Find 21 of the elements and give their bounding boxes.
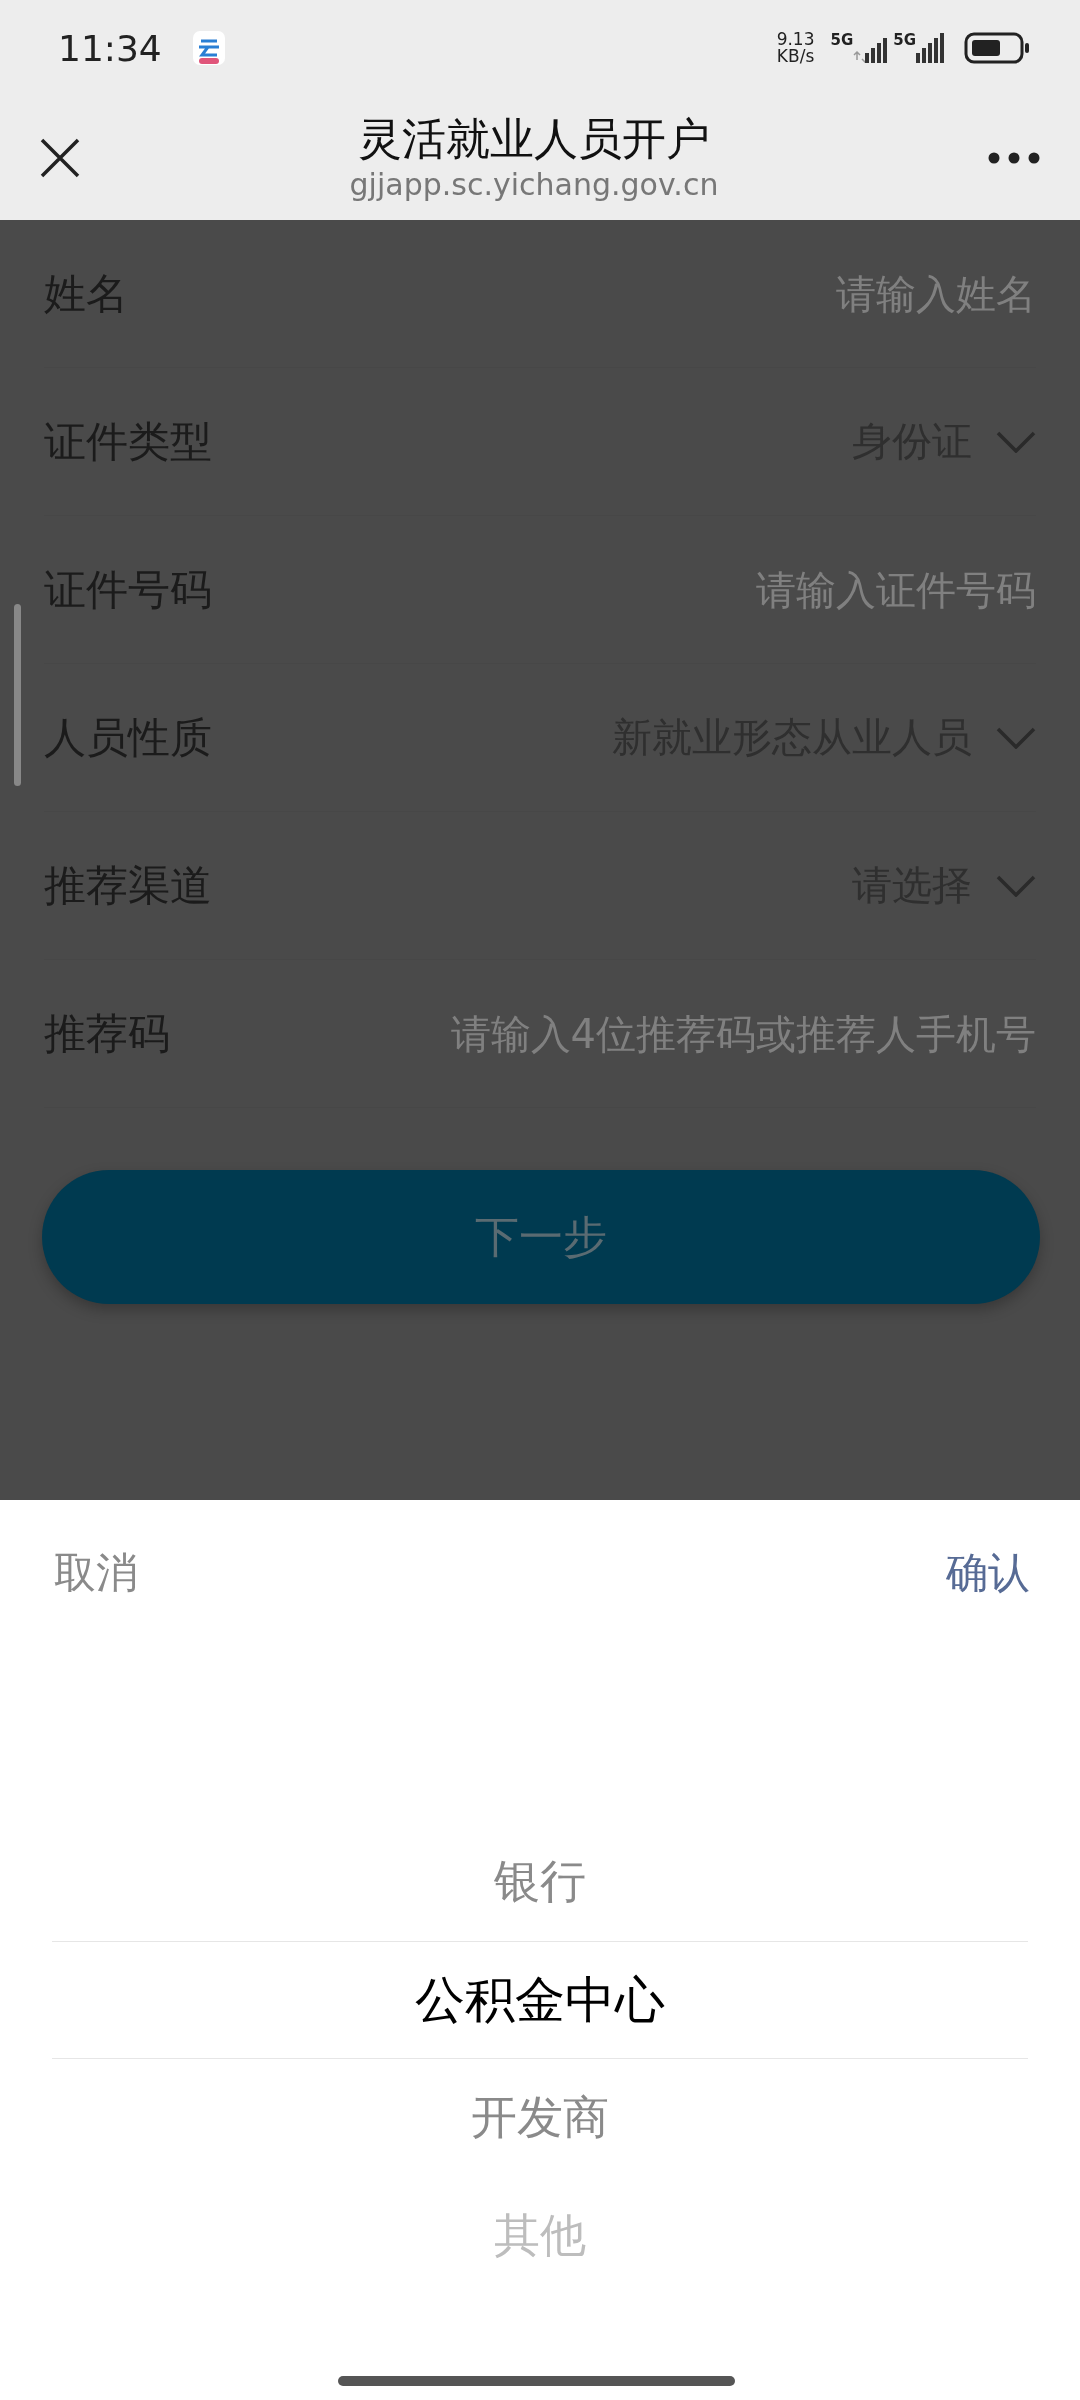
page-url: gjjapp.sc.yichang.gov.cn: [349, 169, 719, 201]
next-step-button[interactable]: 下一步: [42, 1170, 1040, 1304]
clock-time: 11:34: [58, 27, 162, 69]
network-type: 5G: [830, 33, 854, 48]
speed-unit: KB/s: [776, 48, 815, 65]
battery-icon: [964, 32, 1030, 64]
chevron-down-icon: [996, 726, 1036, 749]
confirm-button[interactable]: 确认: [946, 1545, 1030, 1601]
cancel-button[interactable]: 取消: [54, 1545, 138, 1601]
chevron-down-icon: [996, 874, 1036, 897]
chevron-down-icon: [996, 430, 1036, 453]
close-icon: [40, 138, 80, 178]
picker-option[interactable]: 开发商: [471, 2087, 609, 2149]
picker-option[interactable]: 其他: [494, 2205, 586, 2267]
more-icon: [988, 152, 1040, 164]
picker-option[interactable]: 银行: [494, 1851, 586, 1913]
app-notification-icon: [191, 30, 226, 66]
network-speed: 9.13: [776, 31, 815, 48]
network-type: 5G: [893, 33, 916, 48]
page-title: 灵活就业人员开户: [358, 115, 710, 163]
picker-option[interactable]: 公积金中心: [415, 1966, 665, 2034]
